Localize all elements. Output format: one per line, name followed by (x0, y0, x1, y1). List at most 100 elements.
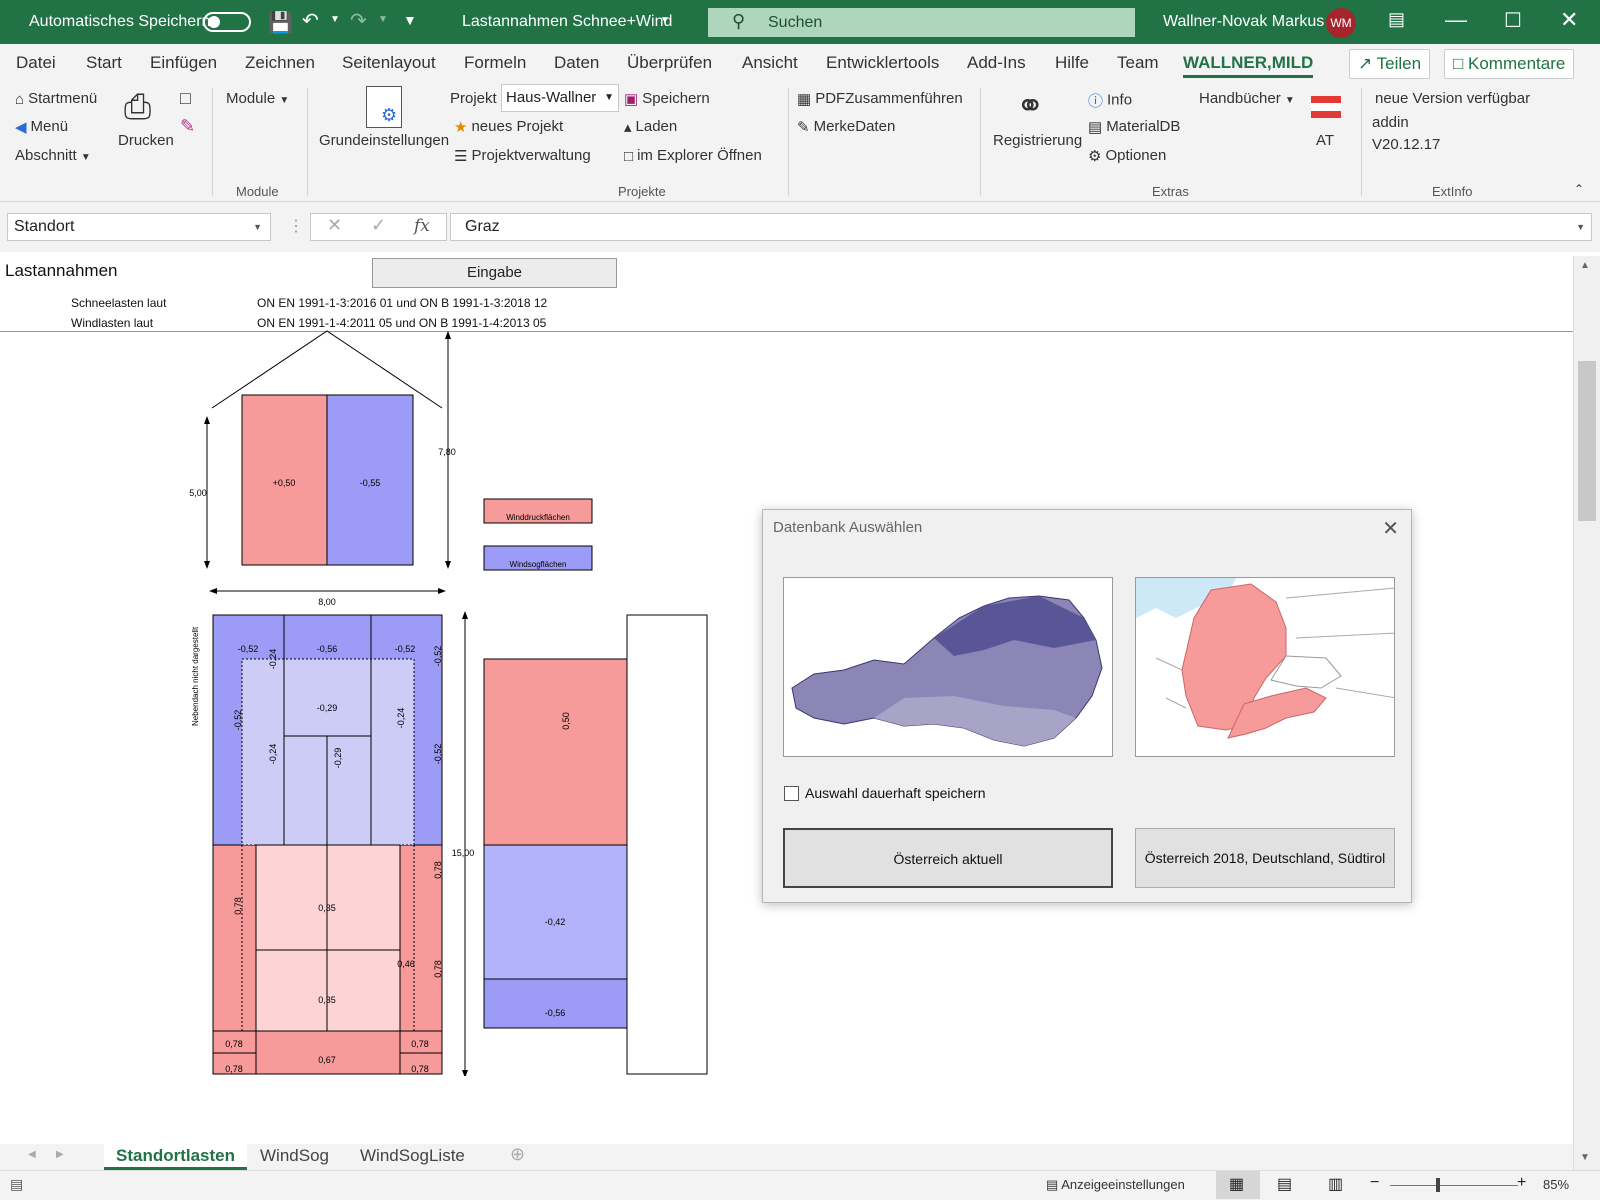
undo-icon[interactable]: ↶ (302, 8, 319, 33)
autosave-toggle[interactable] (203, 12, 251, 32)
plan-value: -0,56 (317, 644, 338, 654)
close-icon[interactable]: ✕ (1560, 7, 1578, 33)
tab-daten[interactable]: Daten (554, 53, 599, 73)
undo-dropdown-icon[interactable]: ▼ (330, 14, 340, 25)
share-button[interactable]: ↗ Teilen (1349, 49, 1431, 79)
tab-entwicklertools[interactable]: Entwicklertools (826, 53, 939, 73)
width-label: 8,00 (318, 597, 336, 607)
remember-checkbox[interactable] (784, 786, 799, 801)
tab-zeichnen[interactable]: Zeichnen (245, 53, 315, 73)
options-button[interactable]: ⚙ Optionen (1088, 147, 1166, 165)
tab-formeln[interactable]: Formeln (464, 53, 526, 73)
document-title[interactable]: Lastannahmen Schnee+Wind (462, 13, 672, 31)
group-label-extras: Extras (1152, 184, 1189, 199)
austria-germany-southtyrol-button[interactable]: Österreich 2018, Deutschland, Südtirol (1135, 828, 1395, 888)
zoom-level[interactable]: 85% (1543, 1177, 1569, 1192)
name-box[interactable]: Standort ▼ (7, 213, 271, 241)
startmenu-button[interactable]: ⌂ Startmenü (15, 90, 97, 108)
new-project-button[interactable]: ★ neues Projekt (454, 118, 563, 136)
zoom-out-icon[interactable]: − (1370, 1174, 1379, 1192)
redo-icon[interactable]: ↷ (350, 8, 367, 33)
tab-datei[interactable]: Datei (16, 53, 56, 73)
modules-dropdown[interactable]: Module ▼ (226, 90, 289, 107)
tab-ansicht[interactable]: Ansicht (742, 53, 798, 73)
search-box[interactable]: ⚲ Suchen (708, 8, 1135, 37)
zoom-slider-thumb[interactable] (1436, 1178, 1440, 1192)
austria-current-button[interactable]: Österreich aktuell (783, 828, 1113, 888)
cancel-icon[interactable]: ✕ (327, 215, 342, 236)
page-layout-icon[interactable]: ▤ (1277, 1174, 1292, 1194)
notes-button[interactable]: ✎ MerkeDaten (797, 118, 895, 136)
germany-map-image (1136, 578, 1394, 756)
minimize-icon[interactable]: — (1445, 7, 1467, 33)
macro-record-icon[interactable]: ▤ (10, 1176, 23, 1193)
load-button[interactable]: ▴ Laden (624, 118, 677, 136)
tab-team[interactable]: Team (1117, 53, 1159, 73)
info-button[interactable]: ⓘ Info (1088, 90, 1132, 111)
printer-icon[interactable]: ⎙ (124, 88, 151, 127)
page-icon[interactable]: □ (180, 88, 191, 109)
settings-button[interactable]: Grundeinstellungen (319, 132, 449, 149)
manuals-dropdown[interactable]: Handbücher ▼ (1199, 90, 1295, 107)
section-bottom-value: -0,56 (545, 1008, 566, 1018)
section-dropdown[interactable]: Abschnitt ▼ (15, 147, 91, 164)
project-select[interactable]: Haus-Wallner ▼ (501, 84, 619, 112)
sheet-tab-windsog[interactable]: WindSog (248, 1144, 341, 1170)
tab-start[interactable]: Start (86, 53, 122, 73)
tab-einfuegen[interactable]: Einfügen (150, 53, 217, 73)
project-manager-button[interactable]: ☰ Projektverwaltung (454, 147, 591, 165)
confirm-icon[interactable]: ✓ (371, 215, 386, 236)
comments-button[interactable]: □ Kommentare (1444, 49, 1575, 79)
zoom-slider[interactable] (1390, 1185, 1518, 1186)
scroll-thumb[interactable] (1578, 361, 1596, 521)
register-button[interactable]: Registrierung (993, 132, 1082, 149)
sheet-tab-windsogliste[interactable]: WindSogListe (348, 1144, 477, 1170)
customize-toolbar-icon[interactable]: ▼ (403, 12, 417, 28)
tab-seitenlayout[interactable]: Seitenlayout (342, 53, 436, 73)
vertical-scrollbar[interactable]: ▲ ▼ (1573, 256, 1600, 1170)
pdf-merge-button[interactable]: ▦ PDFZusammenführen (797, 90, 963, 108)
ribbon-display-icon[interactable]: ▤ (1388, 9, 1405, 30)
scroll-left-icon[interactable]: ◀ (28, 1149, 36, 1160)
page-break-icon[interactable]: ▥ (1328, 1174, 1343, 1194)
scroll-down-icon[interactable]: ▼ (1580, 1152, 1590, 1163)
tab-ueberpruefen[interactable]: Überprüfen (627, 53, 712, 73)
collapse-ribbon-icon[interactable]: ⌃ (1574, 182, 1584, 196)
function-icon[interactable]: fx (414, 216, 430, 236)
country-label[interactable]: AT (1316, 132, 1334, 149)
normal-view-button[interactable]: ▦ (1216, 1171, 1260, 1199)
scroll-right-icon[interactable]: ▶ (56, 1149, 64, 1160)
display-settings-button[interactable]: ▤ Anzeigeeinstellungen (1046, 1177, 1185, 1193)
scroll-up-icon[interactable]: ▲ (1580, 260, 1590, 271)
zoom-in-icon[interactable]: + (1517, 1174, 1526, 1192)
sheet-tab-standortlasten[interactable]: Standortlasten (104, 1144, 248, 1170)
avatar[interactable]: WM (1326, 8, 1356, 38)
formula-input[interactable]: Graz ▼ (450, 213, 1592, 241)
materialdb-button[interactable]: ▤ MaterialDB (1088, 118, 1180, 136)
title-dropdown-icon[interactable]: ▼ (660, 15, 670, 26)
austria-map[interactable] (783, 577, 1113, 757)
folder-icon: □ (624, 147, 634, 165)
save-icon[interactable]: 💾 (268, 10, 293, 35)
display-settings-label: Anzeigeeinstellungen (1061, 1177, 1185, 1192)
save-project-button[interactable]: ▣ Speichern (624, 90, 710, 108)
open-explorer-button[interactable]: □ im Explorer Öffnen (624, 147, 762, 165)
austria-flag-icon[interactable] (1311, 96, 1341, 118)
germany-map[interactable] (1135, 577, 1395, 757)
tab-addins[interactable]: Add-Ins (967, 53, 1026, 73)
section-pressure-area (483, 658, 628, 846)
user-name[interactable]: Wallner-Novak Markus (1163, 13, 1324, 31)
print-button[interactable]: Drucken (118, 132, 174, 149)
key-icon[interactable]: ⚭ (1016, 86, 1045, 126)
close-icon[interactable]: ✕ (1382, 516, 1399, 541)
add-sheet-icon[interactable]: ⊕ (510, 1144, 525, 1165)
tab-hilfe[interactable]: Hilfe (1055, 53, 1089, 73)
tab-wallner-mild[interactable]: WALLNER,MILD (1183, 53, 1314, 78)
eraser-icon[interactable]: ✎ (180, 116, 195, 137)
redo-dropdown-icon[interactable]: ▼ (378, 14, 388, 25)
ribbon: ⌂ Startmenü ◀ Menü Abschnitt ▼ ⎙ Drucken □… (0, 84, 1600, 202)
maximize-icon[interactable]: ☐ (1504, 8, 1522, 33)
more-options-icon[interactable]: ⋮ (288, 216, 304, 236)
settings-page-icon[interactable]: ⚙ (366, 86, 402, 128)
menu-button[interactable]: ◀ Menü (15, 118, 68, 136)
